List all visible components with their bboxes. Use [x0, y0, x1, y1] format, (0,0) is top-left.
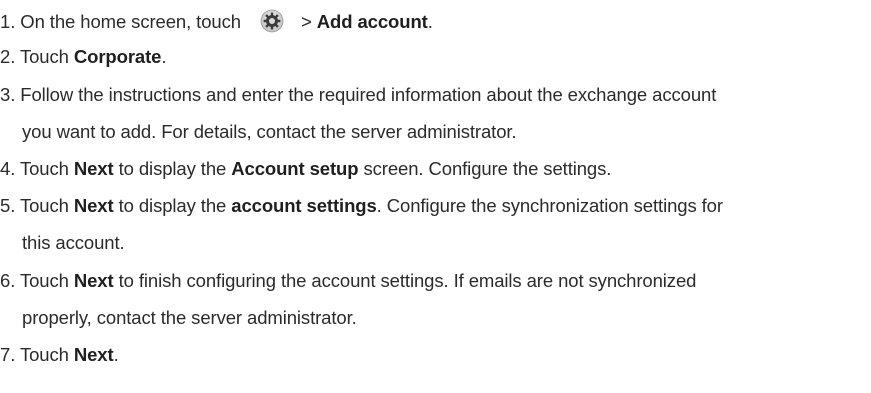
step-number: 5. — [0, 195, 16, 216]
step-number: 6. — [0, 270, 16, 291]
step-text: Touch — [15, 195, 74, 216]
step-text: . — [427, 11, 433, 32]
step-3-continuation: you want to add. For details, contact th… — [22, 121, 517, 143]
next-label: Next — [73, 195, 114, 216]
step-number: 1. — [0, 11, 16, 32]
step-4: 4. Touch Next to display the Account set… — [0, 158, 611, 180]
step-1: 1. On the home screen, touch > Add accou… — [0, 9, 433, 33]
step-text: Touch — [15, 344, 74, 365]
step-text: . — [161, 46, 167, 67]
step-number: 4. — [0, 158, 16, 179]
step-number: 7. — [0, 344, 16, 365]
step-5: 5. Touch Next to display the account set… — [0, 195, 723, 217]
step-text: > — [295, 11, 317, 32]
step-number: 2. — [0, 46, 16, 67]
step-text: you want to add. For details, contact th… — [22, 121, 517, 142]
step-6: 6. Touch Next to finish configuring the … — [0, 270, 696, 292]
step-text: to display the — [113, 158, 232, 179]
step-text: to finish configuring the account settin… — [113, 270, 697, 291]
corporate-label: Corporate — [73, 46, 162, 67]
account-settings-label: account settings — [231, 195, 377, 216]
step-text: this account. — [22, 232, 125, 253]
step-text: to display the — [113, 195, 232, 216]
step-5-continuation: this account. — [22, 232, 125, 254]
settings-gear-icon — [260, 9, 284, 33]
step-text: properly, contact the server administrat… — [22, 307, 357, 328]
step-text: On the home screen, touch — [15, 11, 246, 32]
step-text: Touch — [15, 270, 74, 291]
step-7: 7. Touch Next. — [0, 344, 119, 366]
step-text: Touch — [15, 158, 74, 179]
step-text: Touch — [15, 46, 74, 67]
step-3: 3. Follow the instructions and enter the… — [0, 84, 716, 106]
account-setup-label: Account setup — [231, 158, 359, 179]
next-label: Next — [73, 344, 114, 365]
next-label: Next — [73, 270, 114, 291]
step-text: screen. Configure the settings. — [358, 158, 612, 179]
step-6-continuation: properly, contact the server administrat… — [22, 307, 357, 329]
step-text: . Configure the synchronization settings… — [376, 195, 723, 216]
next-label: Next — [73, 158, 114, 179]
step-text: Follow the instructions and enter the re… — [15, 84, 717, 105]
step-text: . — [113, 344, 119, 365]
step-2: 2. Touch Corporate. — [0, 46, 167, 68]
step-number: 3. — [0, 84, 16, 105]
add-account-label: Add account — [316, 11, 428, 32]
